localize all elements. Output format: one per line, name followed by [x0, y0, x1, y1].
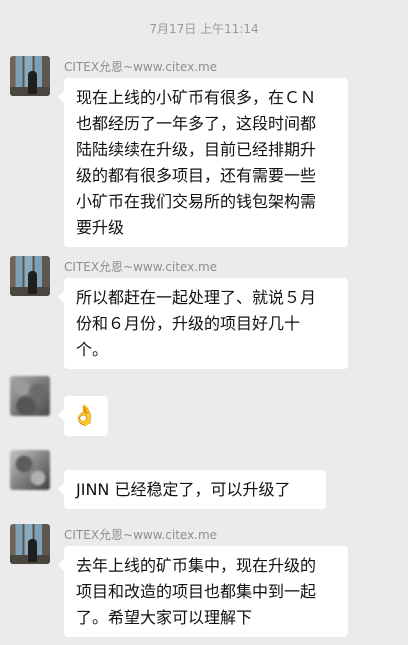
message-line: 项目和改造的项目也都集中到一起	[76, 582, 317, 601]
message-bubble[interactable]: 👌	[58, 396, 108, 436]
message-line: 份和６月份，升级的项目好几十	[76, 314, 301, 333]
message-line: 陆陆续续在升级，目前已经排期升	[76, 140, 317, 159]
message-line: 要升级	[76, 218, 125, 237]
blurred-avatar[interactable]	[10, 450, 50, 490]
person-by-window-avatar[interactable]	[10, 56, 50, 96]
message-line: 小矿币在我们交易所的钱包架构需	[76, 192, 317, 211]
person-by-window-avatar[interactable]	[10, 256, 50, 296]
person-by-window-avatar[interactable]	[10, 524, 50, 564]
message-bubble[interactable]: JINN 已经稳定了，可以升级了	[58, 470, 326, 509]
ok-hand-emoji-icon: 👌	[72, 403, 97, 427]
message-line: 也都经历了一年多了，这段时间都	[76, 114, 317, 133]
message-line: 去年上线的矿币集中，现在升级的	[76, 556, 317, 575]
message-bubble[interactable]: 现在上线的小矿币有很多，在ＣＮ 也都经历了一年多了，这段时间都 陆陆续续在升级，…	[58, 78, 348, 247]
message-bubble[interactable]: 所以都赶在一起处理了、就说５月 份和６月份，升级的项目好几十 个。	[58, 278, 348, 369]
message-line: 级的都有很多项目，还有需要一些	[76, 166, 317, 185]
message-bubble[interactable]: 去年上线的矿币集中，现在升级的 项目和改造的项目也都集中到一起 了。希望大家可以…	[58, 546, 348, 637]
sender-name: CITEX允恩~www.citex.me	[64, 528, 218, 542]
sender-name: CITEX允恩~www.citex.me	[64, 60, 218, 74]
sender-name: CITEX允恩~www.citex.me	[64, 260, 218, 274]
chat-timestamp: 7月17日 上午11:14	[149, 22, 259, 36]
message-line: 现在上线的小矿币有很多，在ＣＮ	[76, 88, 317, 107]
message-line: JINN 已经稳定了，可以升级了	[76, 480, 291, 499]
message-line: 了。希望大家可以理解下	[76, 608, 253, 627]
blurred-avatar[interactable]	[10, 376, 50, 416]
message-line: 个。	[76, 340, 109, 359]
message-line: 所以都赶在一起处理了、就说５月	[76, 288, 317, 307]
